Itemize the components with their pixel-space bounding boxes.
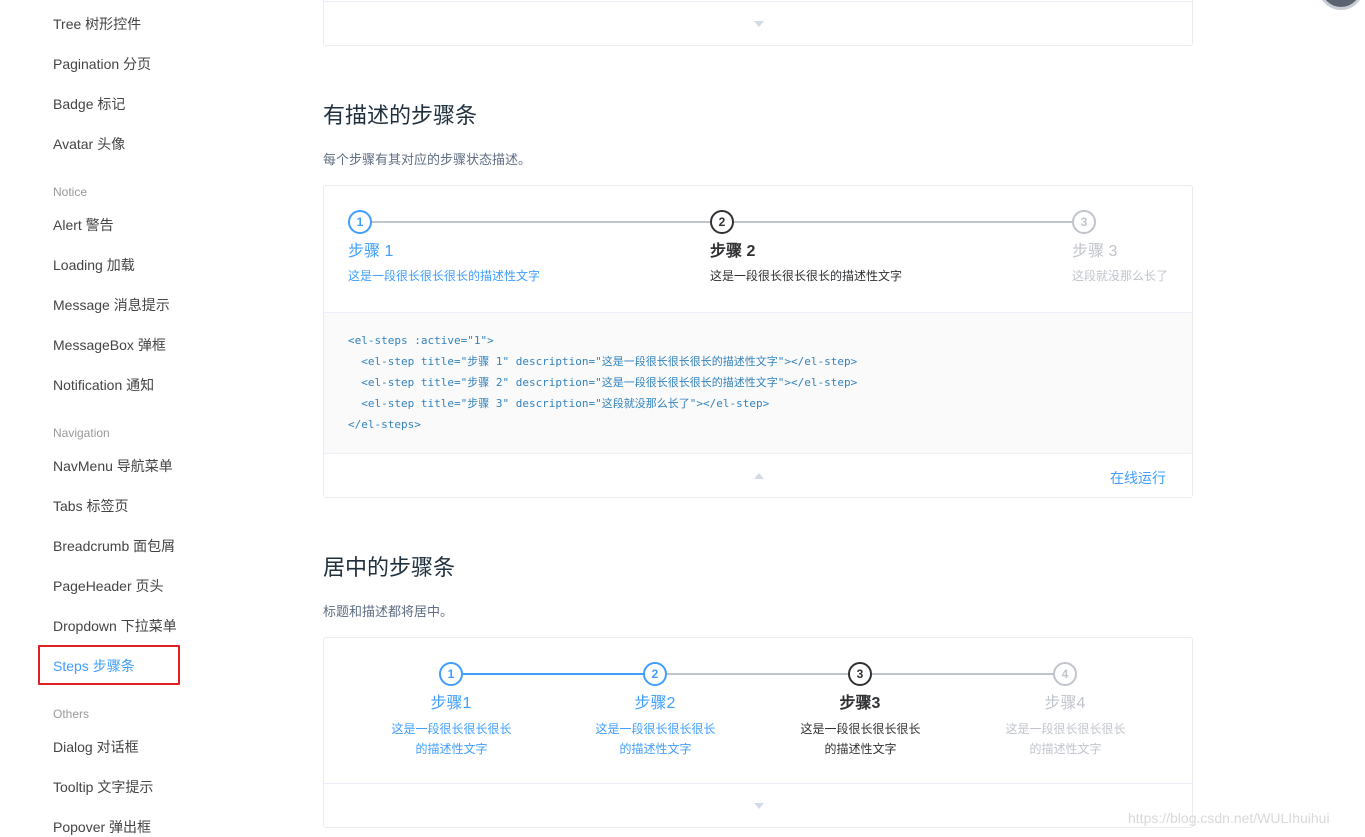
sidebar-item-loading[interactable]: Loading 加载	[53, 255, 135, 275]
sidebar-item-navmenu[interactable]: NavMenu 导航菜单	[53, 456, 173, 476]
demo-toggle-bar[interactable]: 在线运行	[324, 453, 1192, 497]
sidebar-item-messagebox[interactable]: MessageBox 弹框	[53, 335, 166, 355]
sidebar-item-badge[interactable]: Badge 标记	[53, 94, 125, 114]
code-line: <el-step title="步骤 3" description="这段就没那…	[348, 397, 770, 410]
section-title-description-steps: 有描述的步骤条	[323, 103, 478, 128]
sidebar-item-tooltip[interactable]: Tooltip 文字提示	[53, 777, 153, 797]
sidebar-item-tree[interactable]: Tree 树形控件	[53, 14, 141, 34]
sidebar-item-breadcrumb[interactable]: Breadcrumb 面包屑	[53, 536, 175, 556]
code-line: <el-step title="步骤 1" description="这是一段很…	[348, 355, 858, 368]
description-steps-demo: 1 2 3 步骤 1 步骤 2 步骤 3 这是一段很长很长很长的描述性文字 这是…	[323, 185, 1193, 498]
step-connector-line	[860, 673, 1064, 675]
caret-down-icon	[754, 21, 764, 27]
code-block: <el-steps :active="1"> <el-step title="步…	[324, 312, 1192, 454]
sidebar-item-dialog[interactable]: Dialog 对话框	[53, 737, 139, 757]
step-1-description: 这是一段很长很长很长的描述性文字	[391, 722, 512, 756]
sidebar-item-pageheader[interactable]: PageHeader 页头	[53, 576, 164, 596]
sidebar-item-pagination[interactable]: Pagination 分页	[53, 54, 151, 74]
step-1-description: 这是一段很长很长很长的描述性文字	[348, 269, 541, 283]
step-2-title: 步骤2	[634, 695, 676, 712]
step-2-title: 步骤 2	[710, 243, 756, 260]
section-description-text: 标题和描述都将居中。	[323, 604, 454, 619]
step-4-icon: 4	[1053, 662, 1077, 686]
demo-toggle-bar[interactable]	[324, 1, 1192, 45]
sidebar: Tree 树形控件 Pagination 分页 Badge 标记 Avatar …	[0, 0, 240, 837]
step-2-icon: 2	[710, 210, 734, 234]
step-1-icon: 1	[348, 210, 372, 234]
sidebar-item-dropdown[interactable]: Dropdown 下拉菜单	[53, 616, 177, 636]
step-3-description: 这是一段很长很长很长的描述性文字	[800, 722, 921, 756]
step-connector-line	[656, 673, 860, 675]
run-online-link[interactable]: 在线运行	[1110, 468, 1166, 488]
centered-steps-demo: 1 2 3 4 步骤1 步骤2 步骤3 步骤4 这是一段很长很长很长的描述性文字…	[323, 637, 1193, 828]
step-1-icon: 1	[439, 662, 463, 686]
sidebar-group-others: Others	[53, 707, 90, 721]
previous-demo-block	[323, 0, 1193, 46]
step-4-title: 步骤4	[1044, 695, 1086, 712]
section-description-text: 每个步骤有其对应的步骤状态描述。	[323, 152, 532, 167]
sidebar-item-tabs[interactable]: Tabs 标签页	[53, 496, 128, 516]
sidebar-group-notice: Notice	[53, 185, 88, 199]
step-1-title: 步骤1	[430, 695, 472, 712]
back-to-top-icon[interactable]	[1318, 0, 1364, 10]
step-4-description: 这是一段很长很长很长的描述性文字	[1005, 722, 1126, 756]
step-2-description: 这是一段很长很长很长的描述性文字	[710, 269, 903, 283]
step-3-title: 步骤 3	[1072, 243, 1118, 260]
step-3-description: 这段就没那么长了	[1072, 269, 1169, 283]
sidebar-item-alert[interactable]: Alert 警告	[53, 215, 114, 235]
step-2-icon: 2	[643, 662, 667, 686]
step-1-title: 步骤 1	[348, 243, 394, 260]
demo-toggle-bar[interactable]	[324, 783, 1192, 827]
sidebar-group-navigation: Navigation	[53, 426, 110, 440]
caret-up-icon	[754, 473, 764, 479]
sidebar-item-message[interactable]: Message 消息提示	[53, 295, 170, 315]
step-connector-line	[452, 673, 656, 675]
sidebar-item-notification[interactable]: Notification 通知	[53, 375, 154, 395]
code-line: <el-step title="步骤 2" description="这是一段很…	[348, 376, 858, 389]
sidebar-item-steps[interactable]: Steps 步骤条	[53, 656, 135, 676]
caret-down-icon	[754, 803, 764, 809]
step-3-icon: 3	[848, 662, 872, 686]
step-3-icon: 3	[1072, 210, 1096, 234]
sidebar-item-popover[interactable]: Popover 弹出框	[53, 817, 151, 837]
step-connector-line	[722, 221, 1072, 223]
watermark-text: https://blog.csdn.net/WULIhuihui	[1128, 810, 1330, 826]
sidebar-item-avatar[interactable]: Avatar 头像	[53, 134, 125, 154]
code-line: <el-steps :active="1">	[348, 334, 494, 347]
step-connector-line	[360, 221, 710, 223]
section-title-centered-steps: 居中的步骤条	[323, 555, 456, 580]
code-line: </el-steps>	[348, 418, 421, 431]
step-3-title: 步骤3	[839, 695, 881, 712]
step-2-description: 这是一段很长很长很长的描述性文字	[595, 722, 716, 756]
